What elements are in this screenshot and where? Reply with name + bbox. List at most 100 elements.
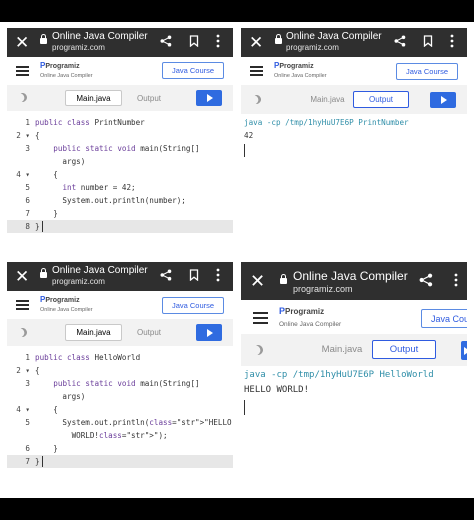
code-line[interactable]: 4 ▾ { <box>7 403 233 416</box>
code-line[interactable]: 1 public class PrintNumber <box>7 116 233 129</box>
more-options-icon[interactable] <box>450 34 454 48</box>
code-text: } <box>35 209 58 218</box>
lock-icon <box>40 268 47 278</box>
browser-bar: ✕ Online Java Compiler programiz.com <box>241 262 467 300</box>
java-course-button[interactable]: Java Course <box>162 62 224 79</box>
bookmark-icon[interactable] <box>189 35 199 47</box>
code-text: public static void main(String[] <box>53 144 200 153</box>
run-button[interactable] <box>196 324 222 341</box>
tab-main-java[interactable]: Main.java <box>65 324 122 341</box>
code-line[interactable]: args) <box>7 155 233 168</box>
text-cursor <box>244 144 245 157</box>
tab-output[interactable]: Output <box>372 340 436 359</box>
code-text: { <box>35 366 40 375</box>
code-line[interactable]: WORLD!class="str">"); <box>7 429 233 442</box>
code-editor[interactable]: 1 public class HelloWorld 2 ▾ {3 public sta… <box>7 347 233 490</box>
lock-icon <box>280 274 287 284</box>
line-number: 1 <box>25 118 30 127</box>
code-line[interactable]: 3 public static void main(String[] <box>7 142 233 155</box>
tab-main-java[interactable]: Main.java <box>65 90 122 106</box>
code-line[interactable]: 2 ▾ { <box>7 364 233 377</box>
code-text: } <box>35 222 40 231</box>
programiz-logo[interactable]: PProgramiz <box>279 306 324 316</box>
code-line[interactable]: 2 ▾ { <box>7 129 233 142</box>
run-button[interactable] <box>430 92 456 108</box>
site-header: PProgramiz Online Java Compiler Java Cou… <box>7 291 233 319</box>
dark-mode-icon[interactable] <box>251 343 265 357</box>
code-text: args) <box>35 392 86 401</box>
bookmark-icon[interactable] <box>189 269 199 281</box>
tab-main-java[interactable]: Main.java <box>311 340 373 359</box>
close-icon[interactable]: ✕ <box>249 34 263 51</box>
browser-title: Online Java Compiler <box>52 265 148 276</box>
panel-editor-hello-world: ✕ Online Java Compiler programiz.com PPr… <box>7 262 233 490</box>
logo-subtitle: Online Java Compiler <box>279 321 342 328</box>
panel-output-print-number: ✕ Online Java Compiler programiz.com PPr… <box>241 28 467 257</box>
java-course-button[interactable]: Java Course <box>162 297 224 314</box>
share-icon[interactable] <box>160 269 172 281</box>
code-line[interactable]: 8} <box>7 220 233 233</box>
browser-url[interactable]: programiz.com <box>293 284 353 294</box>
code-line[interactable]: 1 public class HelloWorld <box>7 351 233 364</box>
code-line[interactable]: 6 } <box>7 442 233 455</box>
hamburger-icon[interactable] <box>16 66 29 76</box>
run-button[interactable] <box>461 341 467 360</box>
line-number: 7 <box>25 457 30 466</box>
programiz-logo[interactable]: PProgramiz <box>40 295 80 304</box>
tab-output[interactable]: Output <box>124 90 174 106</box>
close-icon[interactable]: ✕ <box>15 268 29 285</box>
code-line[interactable]: 5 System.out.println(class="str">"HELLO <box>7 416 233 429</box>
programiz-logo[interactable]: PProgramiz <box>40 61 80 70</box>
tab-output[interactable]: Output <box>353 91 409 108</box>
tab-main-java[interactable]: Main.java <box>299 91 356 108</box>
share-icon[interactable] <box>160 35 172 47</box>
text-cursor <box>244 400 245 415</box>
dark-mode-icon[interactable] <box>16 326 28 338</box>
more-options-icon[interactable] <box>216 34 220 48</box>
tab-output[interactable]: Output <box>124 324 174 341</box>
site-header: PProgramiz Online Java Compiler Java Cou… <box>7 57 233 85</box>
code-line[interactable]: 7} <box>7 455 233 468</box>
browser-title: Online Java Compiler <box>286 31 382 42</box>
code-text: { <box>35 131 40 140</box>
output-command: java -cp /tmp/1hyHuU7E6P PrintNumber <box>244 118 409 127</box>
code-line[interactable]: args) <box>7 390 233 403</box>
bookmark-icon[interactable] <box>423 35 433 47</box>
code-line[interactable]: 3 public static void main(String[] <box>7 377 233 390</box>
browser-url[interactable]: programiz.com <box>52 43 105 52</box>
code-line[interactable]: 4 ▾ { <box>7 168 233 181</box>
code-text: public class HelloWorld <box>35 353 141 362</box>
java-course-button[interactable]: Java Cou <box>421 309 467 328</box>
close-icon[interactable]: ✕ <box>15 34 29 51</box>
hamburger-icon[interactable] <box>16 300 29 310</box>
programiz-logo[interactable]: PProgramiz <box>274 61 314 70</box>
editor-toolbar: Main.java Output <box>241 334 467 366</box>
code-line[interactable]: 7 } <box>7 207 233 220</box>
dark-mode-icon[interactable] <box>250 93 262 105</box>
line-number: 8 <box>25 222 30 231</box>
line-number: 2 ▾ <box>16 366 30 375</box>
browser-url[interactable]: programiz.com <box>52 277 105 286</box>
share-icon[interactable] <box>419 273 433 287</box>
code-line[interactable]: 5 int number = 42; <box>7 181 233 194</box>
close-icon[interactable]: ✕ <box>250 272 265 290</box>
code-text: } <box>35 444 58 453</box>
dark-mode-icon[interactable] <box>16 91 28 103</box>
logo-subtitle: Online Java Compiler <box>40 73 93 79</box>
text-cursor <box>42 456 43 467</box>
hamburger-icon[interactable] <box>250 66 263 76</box>
share-icon[interactable] <box>394 35 406 47</box>
hamburger-icon[interactable] <box>253 312 268 324</box>
run-button[interactable] <box>196 90 222 106</box>
more-options-icon[interactable] <box>216 268 220 282</box>
java-course-button[interactable]: Java Course <box>396 63 458 80</box>
output-result: HELLO WORLD! <box>244 385 310 395</box>
more-options-icon[interactable] <box>454 272 458 288</box>
logo-subtitle: Online Java Compiler <box>274 73 327 79</box>
code-line[interactable]: 6 System.out.println(number); <box>7 194 233 207</box>
browser-url[interactable]: programiz.com <box>286 43 339 52</box>
site-header: PProgramiz Online Java Compiler Java Cou <box>241 300 467 334</box>
code-editor[interactable]: 1 public class PrintNumber 2 ▾ {3 public st… <box>7 112 233 257</box>
code-text: { <box>35 405 58 414</box>
editor-toolbar: Main.java Output <box>7 85 233 111</box>
